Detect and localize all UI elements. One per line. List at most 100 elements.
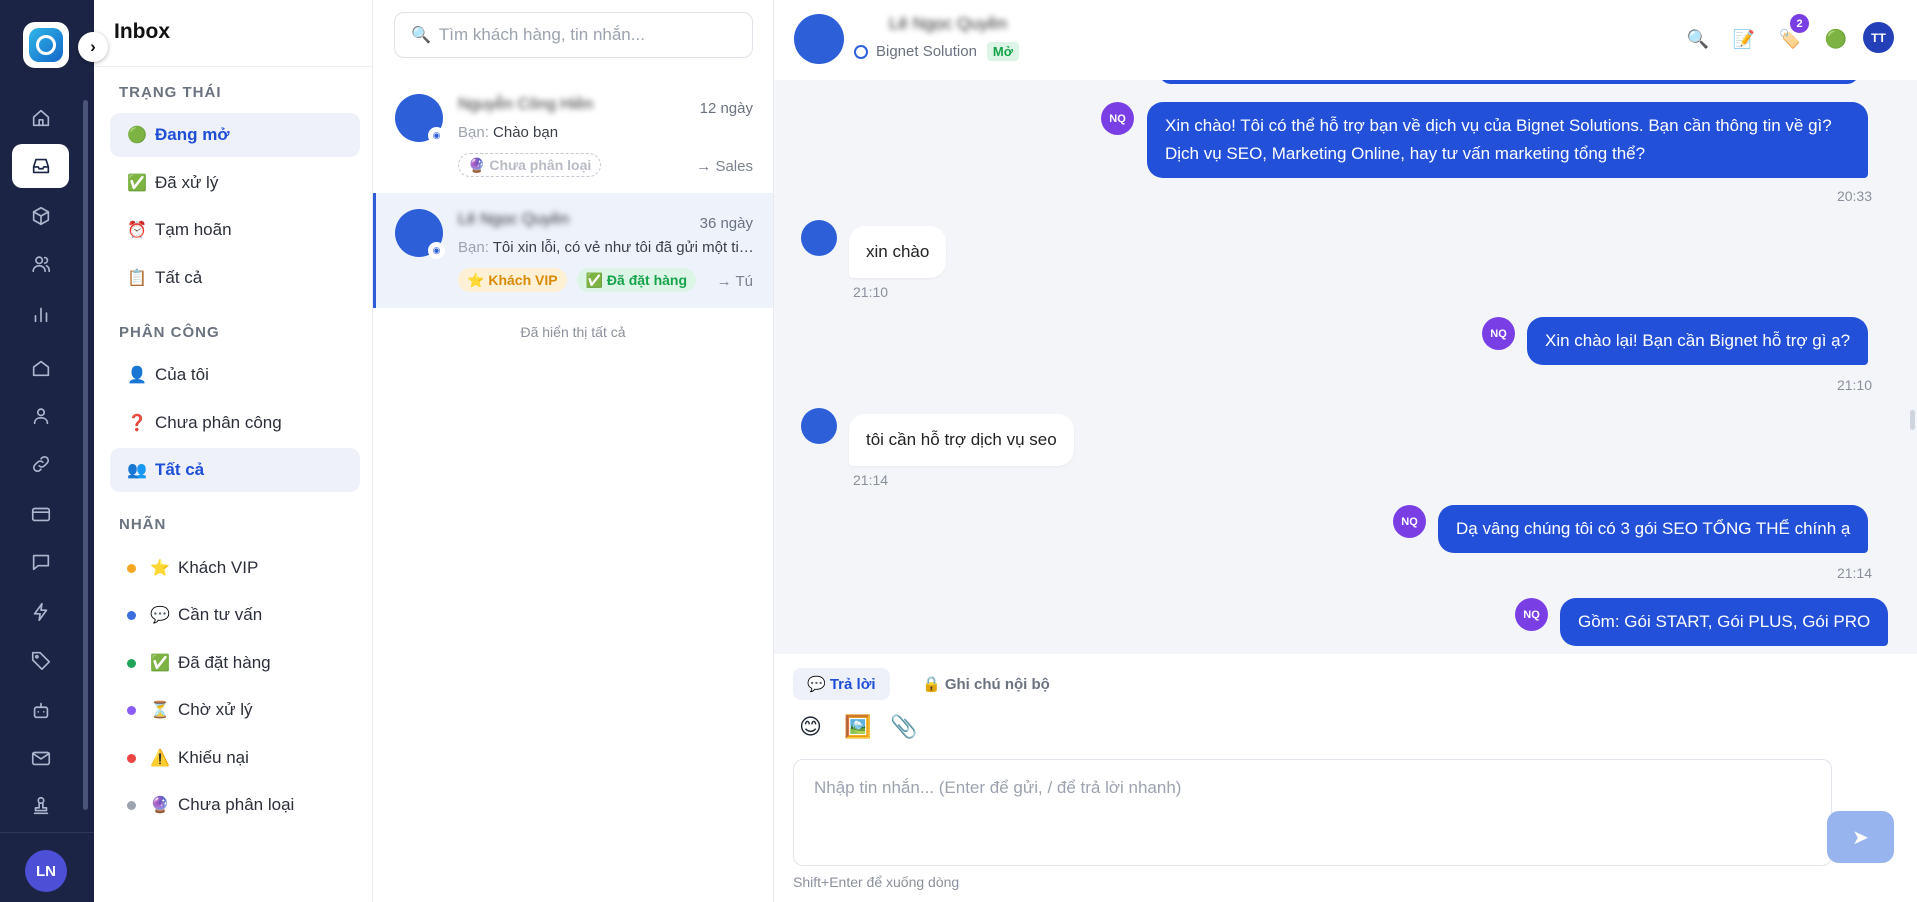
message-input[interactable]: Nhập tin nhắn... (Enter để gửi, / để trả… bbox=[793, 759, 1832, 866]
assignee: → Sales bbox=[696, 158, 753, 175]
users-nav-icon[interactable] bbox=[12, 242, 69, 286]
label-color-dot bbox=[127, 705, 136, 715]
question-icon: ❓ bbox=[127, 415, 147, 432]
inbox-nav-icon[interactable] bbox=[12, 144, 69, 188]
agent-avatar[interactable]: TT bbox=[1863, 22, 1894, 53]
customer-name: Lê Ngọc Quyền bbox=[889, 14, 1008, 33]
label-color-dot bbox=[127, 753, 136, 763]
label-chua-phan-loai[interactable]: 🔮 Chưa phân loại bbox=[110, 783, 360, 827]
composer: 💬 Trả lời 🔒 Ghi chú nội bộ 😊 🖼️ 📎 Nhập t… bbox=[774, 654, 1917, 902]
tag-chip: ✅ Đã đặt hàng bbox=[576, 268, 697, 292]
rail-scrollbar[interactable] bbox=[83, 100, 88, 810]
app-logo[interactable] bbox=[23, 22, 69, 68]
emoji-icon[interactable]: 😊 bbox=[799, 714, 822, 740]
filter-status-resolved[interactable]: ✅ Đã xử lý bbox=[110, 161, 360, 205]
chat-panel: Lê Ngọc Quyền Bignet Solution Mở 🔍 📝 🏷️ 2 … bbox=[774, 0, 1917, 902]
green-circle-icon: 🟢 bbox=[127, 127, 147, 144]
alarm-clock-icon: ⏰ bbox=[127, 222, 147, 239]
message-bubble-outgoing: Dạ vâng chúng tôi có 3 gói SEO TỔNG THỂ … bbox=[1438, 505, 1869, 553]
chat-header: Lê Ngọc Quyền Bignet Solution Mở 🔍 📝 🏷️ 2 … bbox=[774, 0, 1917, 80]
status-heading: TRẠNG THÁI bbox=[119, 84, 222, 101]
cube-nav-icon[interactable] bbox=[12, 194, 69, 238]
app-rail: LN bbox=[0, 0, 94, 902]
label-khieu-nai[interactable]: ⚠️ Khiếu nại bbox=[110, 736, 360, 780]
people-icon: 👥 bbox=[127, 462, 147, 479]
tag-icon[interactable]: 🏷️ 2 bbox=[1777, 14, 1809, 52]
agent-avatar: NQ bbox=[1482, 317, 1515, 350]
person-icon: 👤 bbox=[127, 367, 147, 384]
card-nav-icon[interactable] bbox=[12, 492, 69, 536]
stamp-nav-icon[interactable] bbox=[12, 784, 69, 828]
image-icon[interactable]: 🖼️ bbox=[844, 714, 871, 740]
conversation-time: 12 ngày bbox=[699, 100, 753, 117]
send-icon: ➤ bbox=[1852, 826, 1869, 849]
assignee: → Tú bbox=[716, 273, 753, 290]
bolt-nav-icon[interactable] bbox=[12, 590, 69, 634]
label-cho-xu-ly[interactable]: ⏳ Chờ xử lý bbox=[110, 688, 360, 732]
send-button[interactable]: ➤ bbox=[1827, 811, 1894, 863]
message-thread[interactable]: NQ Xin chào! Tôi có thể hỗ trợ bạn về dị… bbox=[774, 80, 1917, 654]
rail-divider bbox=[0, 832, 94, 833]
conversation-item-selected[interactable]: ◉ Lê Ngọc Quyền 36 ngày Bạn: Tôi xin lỗi… bbox=[373, 193, 773, 308]
divider bbox=[94, 66, 373, 67]
label-color-dot bbox=[127, 563, 136, 573]
mail-nav-icon[interactable] bbox=[12, 736, 69, 780]
message-time: 20:33 bbox=[1836, 188, 1872, 204]
labels-heading: NHÃN bbox=[119, 516, 167, 533]
home-nav-icon[interactable] bbox=[12, 96, 69, 140]
filter-status-all[interactable]: 📋 Tất cả bbox=[110, 256, 360, 300]
filter-status-open[interactable]: 🟢 Đang mở bbox=[110, 113, 360, 157]
conversation-item[interactable]: ◉ Nguyễn Công Hiền 12 ngày Bạn: Chào bạn… bbox=[373, 78, 773, 193]
search-icon: 🔍 bbox=[411, 27, 431, 44]
tag-chip: ⭐ Khách VIP bbox=[458, 268, 567, 292]
star-icon: ⭐ bbox=[150, 560, 170, 577]
notes-icon[interactable]: 📝 bbox=[1731, 26, 1757, 52]
label-can-tu-van[interactable]: 💬 Cần tư vấn bbox=[110, 593, 360, 637]
attachment-icon[interactable]: 📎 bbox=[890, 714, 917, 740]
tag-chip: 🔮 Chưa phân loại bbox=[458, 153, 602, 177]
link-nav-icon[interactable] bbox=[12, 442, 69, 486]
customer-avatar bbox=[794, 14, 844, 64]
conversation-list-panel: 🔍 Tìm khách hàng, tin nhắn... ◉ Nguyễn Cô… bbox=[373, 0, 774, 902]
label-da-dat-hang[interactable]: ✅ Đã đặt hàng bbox=[110, 641, 360, 685]
tab-internal-note[interactable]: 🔒 Ghi chú nội bộ bbox=[908, 668, 1064, 700]
tag-nav-icon[interactable] bbox=[12, 638, 69, 682]
user-avatar[interactable]: LN bbox=[25, 850, 67, 892]
chat-scrollbar[interactable] bbox=[1910, 410, 1915, 430]
label-color-dot bbox=[127, 610, 136, 620]
conversation-time: 36 ngày bbox=[699, 215, 753, 232]
message-time: 21:14 bbox=[853, 472, 889, 488]
person-nav-icon[interactable] bbox=[12, 394, 69, 438]
tab-reply[interactable]: 💬 Trả lời bbox=[793, 668, 890, 700]
filter-assign-mine[interactable]: 👤 Của tôi bbox=[110, 353, 360, 397]
sidebar-title: Inbox bbox=[114, 20, 170, 43]
customer-name: Lê Ngọc Quyền bbox=[458, 211, 570, 228]
filter-status-snoozed[interactable]: ⏰ Tạm hoãn bbox=[110, 208, 360, 252]
filter-assign-all[interactable]: 👥 Tất cả bbox=[110, 448, 360, 492]
search-icon[interactable]: 🔍 bbox=[1685, 26, 1711, 52]
page-icon bbox=[854, 44, 868, 59]
house-nav-icon[interactable] bbox=[12, 346, 69, 390]
search-input[interactable]: 🔍 Tìm khách hàng, tin nhắn... bbox=[394, 12, 753, 58]
bot-nav-icon[interactable] bbox=[12, 688, 69, 732]
customer-name: Nguyễn Công Hiền bbox=[458, 96, 594, 113]
agent-avatar: NQ bbox=[1515, 598, 1548, 631]
messenger-icon: ◉ bbox=[428, 127, 445, 144]
crystal-ball-icon: 🔮 bbox=[150, 797, 170, 814]
filter-assign-unassigned[interactable]: ❓ Chưa phân công bbox=[110, 401, 360, 445]
customer-avatar: ◉ bbox=[395, 209, 445, 259]
conversation-preview: Bạn: Tôi xin lỗi, có vẻ như tôi đã gửi m… bbox=[458, 239, 756, 256]
chart-nav-icon[interactable] bbox=[12, 292, 69, 336]
status-badge: Mở bbox=[986, 42, 1019, 61]
customer-avatar: ◉ bbox=[395, 94, 445, 144]
customer-avatar bbox=[801, 408, 837, 444]
message-nav-icon[interactable] bbox=[12, 540, 69, 584]
input-hint: Shift+Enter để xuống dòng bbox=[793, 874, 960, 890]
messenger-icon: ◉ bbox=[428, 242, 445, 259]
status-circle-icon[interactable]: 🟢 bbox=[1823, 26, 1849, 52]
check-icon: ✅ bbox=[127, 175, 147, 192]
label-khach-vip[interactable]: ⭐ Khách VIP bbox=[110, 546, 360, 590]
message-bubble-outgoing: Xin chào! Tôi có thể hỗ trợ bạn về dịch … bbox=[1147, 102, 1868, 178]
inbox-filter-sidebar: Inbox TRẠNG THÁI 🟢 Đang mở ✅ Đã xử lý ⏰ Tạm… bbox=[94, 0, 373, 902]
collapse-toggle-button[interactable]: › bbox=[78, 32, 108, 62]
